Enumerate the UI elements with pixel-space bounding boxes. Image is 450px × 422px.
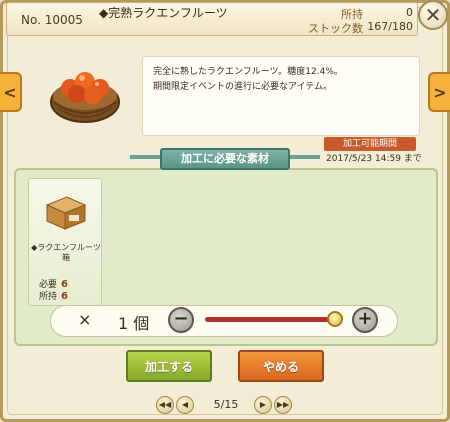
- have-value: 6: [61, 291, 68, 302]
- chevron-left-icon: <: [3, 82, 17, 102]
- item-description: 完全に熟したラクエンフルーツ。糖度12.4%。 期間限定イベントの進行に必要なア…: [142, 56, 420, 136]
- material-name: ◆ラクエンフルーツ箱: [31, 243, 101, 262]
- page-indicator: 5/15: [213, 398, 239, 411]
- material-card[interactable]: ◆ラクエンフルーツ箱 必要 6 所持 6: [28, 178, 102, 306]
- stock-value: 167/180: [367, 20, 413, 33]
- minus-button[interactable]: −: [168, 307, 194, 333]
- cardboard-box-icon: [45, 196, 87, 230]
- prev-page-button[interactable]: ◀: [176, 396, 194, 414]
- fruit-basket-icon: [50, 72, 120, 123]
- quantity-display: 1 個: [118, 310, 149, 334]
- first-page-button[interactable]: ◀◀: [156, 396, 174, 414]
- quantity-unit: 個: [133, 314, 150, 333]
- have-label: 所持: [39, 292, 58, 302]
- banner-wing-left: [130, 155, 160, 159]
- prev-item-arrow[interactable]: <: [0, 72, 22, 112]
- quantity-value: 1: [118, 314, 129, 333]
- materials-section-title: 加工に必要な素材: [160, 148, 290, 170]
- close-button[interactable]: ✕: [418, 0, 448, 30]
- process-period-label: 加工可能期間: [324, 137, 416, 151]
- close-icon: ✕: [424, 3, 442, 27]
- item-number: No. 10005: [21, 13, 83, 27]
- process-period-date: 2017/5/23 14:59 まで: [326, 154, 422, 164]
- quantity-slider-handle[interactable]: [327, 311, 343, 327]
- item-header: No. 10005 ◆完熟ラクエンフルーツ 所持 0 ストック数 167/180: [6, 2, 418, 36]
- minus-icon: −: [173, 308, 189, 329]
- item-title: ◆完熟ラクエンフルーツ: [99, 6, 228, 20]
- cancel-button[interactable]: やめる: [238, 350, 324, 382]
- next-item-arrow[interactable]: >: [428, 72, 450, 112]
- plus-button[interactable]: +: [352, 307, 378, 333]
- description-line-1: 完全に熟したラクエンフルーツ。糖度12.4%。: [153, 67, 343, 77]
- item-panel: 完全に熟したラクエンフルーツ。糖度12.4%。 期間限定イベントの進行に必要なア…: [30, 46, 422, 146]
- times-symbol: ×: [78, 310, 92, 329]
- plus-icon: +: [357, 308, 373, 329]
- description-line-2: 期間限定イベントの進行に必要なアイテム。: [153, 82, 333, 92]
- banner-wing-right: [290, 155, 320, 159]
- chevron-right-icon: >: [433, 82, 447, 102]
- quantity-slider-track[interactable]: [205, 317, 339, 322]
- stock-label: ストック数: [308, 22, 363, 35]
- next-page-button[interactable]: ▶: [254, 396, 272, 414]
- owned-value: 0: [406, 6, 413, 19]
- process-button[interactable]: 加工する: [126, 350, 212, 382]
- last-page-button[interactable]: ▶▶: [274, 396, 292, 414]
- material-have: 所持 6: [39, 289, 68, 302]
